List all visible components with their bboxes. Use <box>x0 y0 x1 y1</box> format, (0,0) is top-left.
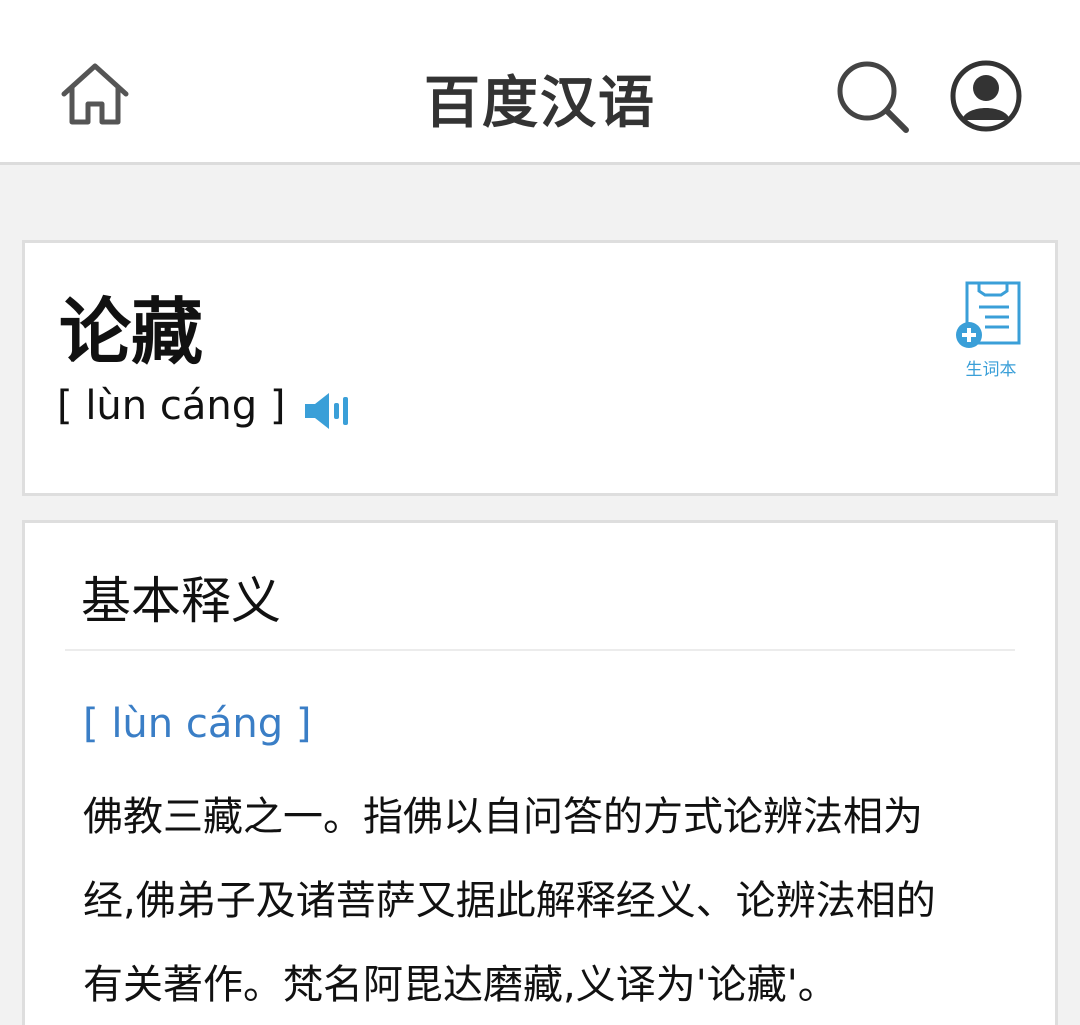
definition-line: 有关著作。梵名阿毘达磨藏,义译为'论藏'。 <box>83 962 838 1008</box>
word-pinyin: [ lùn cáng ] <box>57 383 286 429</box>
definition-pinyin: [ lùn cáng ] <box>83 701 312 747</box>
top-bar: 百度汉语 <box>0 0 1080 165</box>
search-icon[interactable] <box>834 58 910 134</box>
definition-line: 佛教三藏之一。指佛以自问答的方式论辨法相为 <box>83 794 923 840</box>
vocab-label: 生词本 <box>965 360 1017 380</box>
section-divider <box>65 649 1015 651</box>
user-avatar-icon[interactable] <box>948 58 1024 134</box>
word-card: 论藏 [ lùn cáng ] 生词本 <box>22 240 1058 496</box>
section-title: 基本释义 <box>81 572 281 630</box>
add-vocab-button[interactable]: 生词本 <box>955 279 1027 380</box>
word-title: 论藏 <box>59 290 204 374</box>
notebook-add-icon <box>956 281 1021 348</box>
definition-line: 经,佛弟子及诸菩萨又据此解释经义、论辨法相的 <box>83 878 936 924</box>
speaker-icon[interactable] <box>303 391 351 431</box>
definition-card: 基本释义 [ lùn cáng ] 佛教三藏之一。指佛以自问答的方式论辨法相为 … <box>22 520 1058 1025</box>
definition-text: 佛教三藏之一。指佛以自问答的方式论辨法相为 经,佛弟子及诸菩萨又据此解释经义、论… <box>83 775 1013 1025</box>
app-title: 百度汉语 <box>424 71 656 136</box>
